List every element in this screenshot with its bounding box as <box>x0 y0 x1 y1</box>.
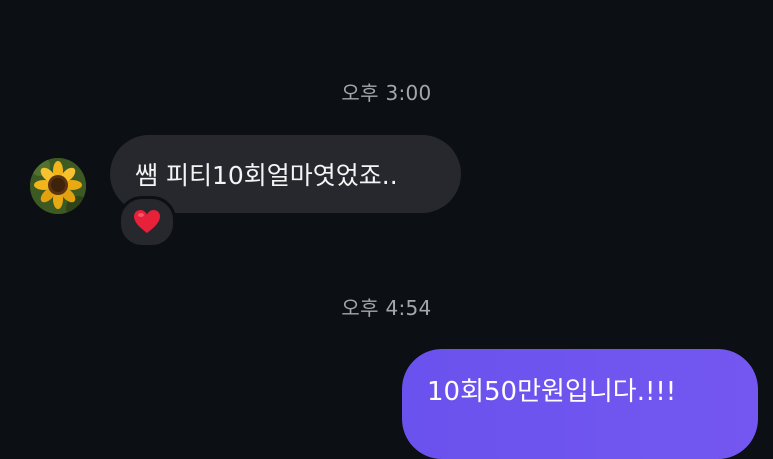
heart-icon <box>134 210 160 233</box>
sunflower-avatar-icon <box>30 158 86 214</box>
contact-avatar[interactable] <box>30 158 86 214</box>
incoming-message-text: 쌤 피티10회얼마엿었죠.. <box>135 161 398 190</box>
timestamp-2: 오후 4:54 <box>341 296 432 320</box>
timestamp-1: 오후 3:00 <box>341 81 432 105</box>
message-reaction[interactable] <box>118 196 176 248</box>
outgoing-message-text: 10회50만원입니다.!!! <box>427 377 677 407</box>
outgoing-message-bubble[interactable]: 10회50만원입니다.!!! <box>402 349 758 459</box>
